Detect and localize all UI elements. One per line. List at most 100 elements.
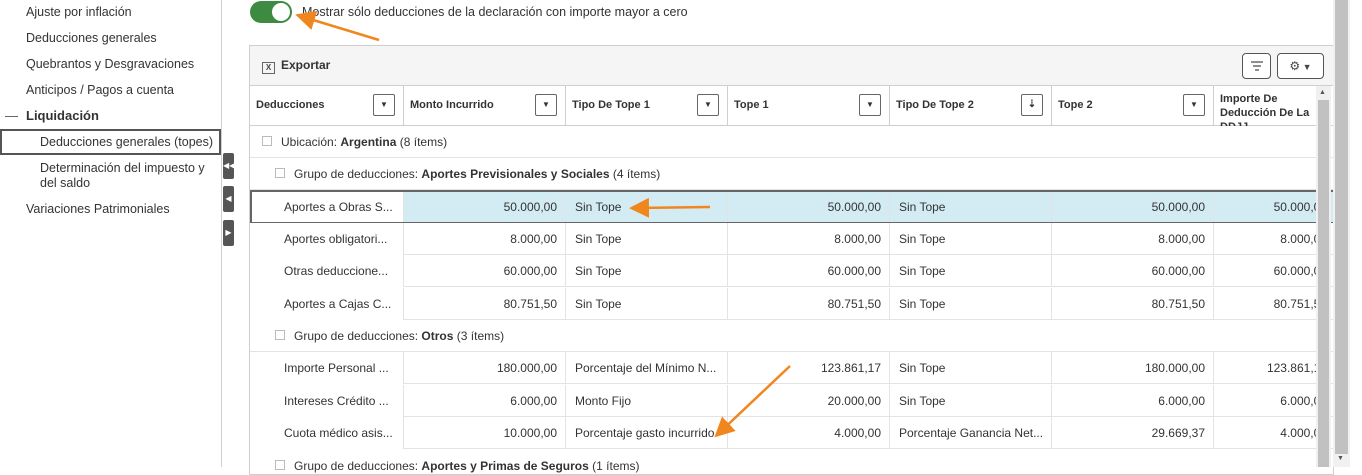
col-header-monto[interactable]: Monto Incurrido ▼ xyxy=(404,86,566,126)
toggle-knob xyxy=(272,3,290,21)
col-header-deducciones[interactable]: Deducciones ▼ xyxy=(250,86,404,126)
col-header-tipo-tope-1[interactable]: Tipo De Tope 1 ▼ xyxy=(566,86,728,126)
col-header-tope-2[interactable]: Tope 2 ▼ xyxy=(1052,86,1214,126)
table-cell[interactable]: Importe Personal ... xyxy=(250,352,404,384)
filter-toggle-label: Mostrar sólo deducciones de la declaraci… xyxy=(302,5,688,19)
nav-section-label: Liquidación xyxy=(26,108,99,123)
table-cell[interactable]: Aportes obligatori... xyxy=(250,223,404,255)
col-header-tope-1[interactable]: Tope 1 ▼ xyxy=(728,86,890,126)
table-cell[interactable]: 4.000,00 xyxy=(728,417,890,449)
caret-down-icon: ▼ xyxy=(1300,62,1312,72)
filter-toggle[interactable] xyxy=(250,1,292,23)
table-row[interactable]: Importe Personal ... 180.000,00 Porcentaje… xyxy=(250,352,1333,384)
nav-item-determinacion[interactable]: Determinación del impuesto y del saldo xyxy=(40,161,215,191)
filter-dropdown-icon[interactable]: ▼ xyxy=(859,94,881,116)
table-cell[interactable]: 8.000,00 xyxy=(728,223,890,255)
table-cell[interactable]: 10.000,00 xyxy=(404,417,566,449)
collapse-all-left-icon[interactable]: ◀◀ xyxy=(223,153,235,179)
table-cell[interactable]: 50.000,00 xyxy=(404,191,566,223)
table-cell[interactable]: Intereses Crédito ... xyxy=(250,385,404,417)
page-vertical-scrollbar[interactable]: ▼ xyxy=(1333,0,1350,467)
scroll-down-icon[interactable]: ▼ xyxy=(1337,455,1344,462)
table-cell[interactable]: Sin Tope xyxy=(890,223,1052,255)
collapse-left-icon[interactable]: ◀ xyxy=(223,186,234,212)
table-row[interactable]: Otras deduccione... 60.000,00 Sin Tope 60.0… xyxy=(250,255,1333,287)
table-cell[interactable]: Sin Tope xyxy=(890,191,1052,223)
table-cell[interactable]: Sin Tope xyxy=(890,255,1052,287)
group-collapse-icon[interactable] xyxy=(275,168,285,178)
table-cell[interactable]: Aportes a Cajas C... xyxy=(250,288,404,320)
filter-dropdown-icon[interactable]: ▼ xyxy=(373,94,395,116)
table-cell[interactable]: Porcentaje del Mínimo N... xyxy=(566,352,728,384)
group-collapse-icon[interactable] xyxy=(262,136,272,146)
expand-right-icon[interactable]: ▶ xyxy=(223,220,234,246)
table-cell[interactable]: 60.000,00 xyxy=(728,255,890,287)
table-cell[interactable]: 6.000,00 xyxy=(404,385,566,417)
table-cell[interactable]: Sin Tope xyxy=(566,255,728,287)
nav-section-liquidacion[interactable]: Liquidación xyxy=(0,108,221,126)
table-row[interactable]: Cuota médico asis... 10.000,00 Porcentaje … xyxy=(250,417,1333,449)
table-cell[interactable]: Sin Tope xyxy=(566,288,728,320)
table-cell[interactable]: 80.751,50 xyxy=(728,288,890,320)
nav-item-variaciones[interactable]: Variaciones Patrimoniales xyxy=(26,202,170,216)
table-cell[interactable]: Cuota médico asis... xyxy=(250,417,404,449)
table-cell[interactable]: Sin Tope xyxy=(566,223,728,255)
table-cell[interactable]: Sin Tope xyxy=(890,352,1052,384)
nav-item-deducciones-topes[interactable]: Deducciones generales (topes) xyxy=(0,129,221,155)
column-chooser-button[interactable] xyxy=(1242,53,1271,79)
sort-filter-icon[interactable]: ⇣ xyxy=(1021,94,1043,116)
export-button[interactable]: X Exportar xyxy=(262,58,330,74)
table-cell[interactable]: 180.000,00 xyxy=(404,352,566,384)
table-cell[interactable]: 123.861,17 xyxy=(728,352,890,384)
table-cell[interactable]: 6.000,00 xyxy=(1052,385,1214,417)
table-cell[interactable]: Sin Tope xyxy=(566,191,728,223)
nav-item-deducciones-generales[interactable]: Deducciones generales xyxy=(26,31,157,45)
table-row[interactable]: Aportes obligatori... 8.000,00 Sin Tope 8.0… xyxy=(250,223,1333,255)
table-cell[interactable]: Monto Fijo xyxy=(566,385,728,417)
table-cell[interactable]: 8.000,00 xyxy=(404,223,566,255)
group-row[interactable]: Ubicación: Argentina (8 ítems) xyxy=(250,126,1333,158)
group-collapse-icon[interactable] xyxy=(275,460,285,470)
grid-toolbar: X Exportar ⚙ ▼ xyxy=(250,46,1333,86)
sidebar-nav: Ajuste por inflación Deducciones general… xyxy=(0,0,222,467)
table-row[interactable]: Intereses Crédito ... 6.000,00 Monto Fijo 2… xyxy=(250,385,1333,417)
table-cell[interactable]: 80.751,50 xyxy=(404,288,566,320)
table-cell[interactable]: Aportes a Obras S... xyxy=(250,191,404,223)
table-cell[interactable]: 29.669,37 xyxy=(1052,417,1214,449)
group-collapse-icon[interactable] xyxy=(275,330,285,340)
export-label: Exportar xyxy=(281,58,331,72)
scroll-up-icon[interactable]: ▲ xyxy=(1319,89,1326,96)
splitter: ◀◀ ◀ ▶ xyxy=(222,0,235,467)
nav-item-ajuste-inflacion[interactable]: Ajuste por inflación xyxy=(26,5,132,19)
settings-menu-button[interactable]: ⚙ ▼ xyxy=(1277,53,1324,79)
nav-item-quebrantos[interactable]: Quebrantos y Desgravaciones xyxy=(26,57,194,71)
table-cell[interactable]: Porcentaje gasto incurrido xyxy=(566,417,728,449)
table-cell[interactable]: 50.000,00 xyxy=(728,191,890,223)
group-row[interactable]: Grupo de deducciones: Aportes y Primas d… xyxy=(250,450,1333,474)
table-cell[interactable]: 50.000,00 xyxy=(1052,191,1214,223)
filter-dropdown-icon[interactable]: ▼ xyxy=(1183,94,1205,116)
nav-item-anticipos[interactable]: Anticipos / Pagos a cuenta xyxy=(26,83,174,97)
grid-vertical-scrollbar[interactable]: ▲ xyxy=(1316,86,1331,467)
filter-dropdown-icon[interactable]: ▼ xyxy=(535,94,557,116)
table-cell[interactable]: Otras deduccione... xyxy=(250,255,404,287)
table-cell[interactable]: 60.000,00 xyxy=(404,255,566,287)
table-cell[interactable]: Sin Tope xyxy=(890,385,1052,417)
filter-dropdown-icon[interactable]: ▼ xyxy=(697,94,719,116)
table-cell[interactable]: 8.000,00 xyxy=(1052,223,1214,255)
group-row[interactable]: Grupo de deducciones: Aportes Previsiona… xyxy=(250,158,1333,190)
table-cell[interactable]: 60.000,00 xyxy=(1052,255,1214,287)
lines-icon xyxy=(1250,61,1263,71)
table-cell[interactable]: Porcentaje Ganancia Net... xyxy=(890,417,1052,449)
table-cell[interactable]: 20.000,00 xyxy=(728,385,890,417)
page-scroll-thumb[interactable] xyxy=(1335,0,1348,454)
scroll-thumb[interactable] xyxy=(1318,100,1329,467)
table-row[interactable]: Aportes a Cajas C... 80.751,50 Sin Tope 80.… xyxy=(250,288,1333,320)
table-cell[interactable]: 80.751,50 xyxy=(1052,288,1214,320)
group-row[interactable]: Grupo de deducciones: Otros (3 ítems) xyxy=(250,320,1333,352)
table-row[interactable]: Aportes a Obras S... 50.000,00 Sin Tope 50.… xyxy=(250,190,1333,224)
table-cell[interactable]: Sin Tope xyxy=(890,288,1052,320)
table-cell[interactable]: 180.000,00 xyxy=(1052,352,1214,384)
group-label: Grupo de deducciones: Aportes y Primas d… xyxy=(294,459,640,473)
col-header-tipo-tope-2[interactable]: Tipo De Tope 2 ⇣ xyxy=(890,86,1052,126)
